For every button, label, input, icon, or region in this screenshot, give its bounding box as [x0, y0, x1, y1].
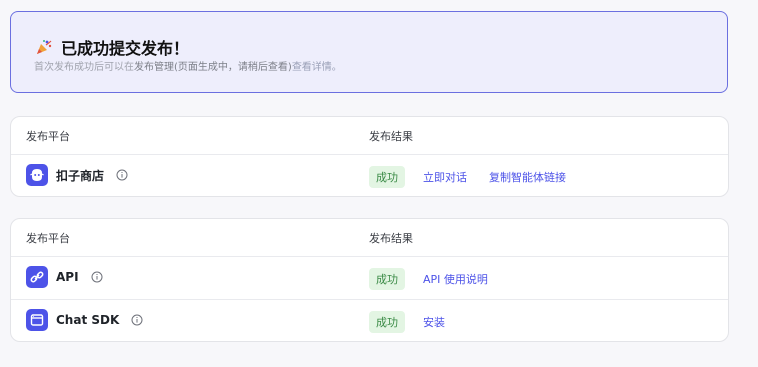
status-badge: 成功 — [369, 311, 405, 333]
result-cell: 成功 安装 — [369, 311, 467, 333]
table-header: 发布平台 发布结果 — [11, 219, 728, 257]
view-details-link[interactable]: 查看详情。 — [292, 62, 342, 73]
header-result: 发布结果 — [369, 130, 413, 143]
chat-sdk-window-icon — [26, 309, 48, 331]
coze-store-icon — [26, 164, 48, 186]
platform-name: Chat SDK — [56, 313, 120, 327]
banner-description: 首次发布成功后可以在发布管理(页面生成中，请稍后查看)查看详情。 — [34, 58, 342, 73]
info-icon[interactable] — [91, 271, 103, 283]
header-platform: 发布平台 — [26, 130, 70, 143]
status-badge: 成功 — [369, 166, 405, 188]
publish-results-card-store: 发布平台 发布结果 扣子商店 成功 立即对话 复制智能体链接 — [10, 116, 729, 197]
table-row: API 成功 API 使用说明 — [11, 256, 728, 300]
table-header: 发布平台 发布结果 — [11, 117, 728, 155]
api-docs-link[interactable]: API 使用说明 — [423, 271, 488, 287]
install-link[interactable]: 安装 — [423, 314, 445, 330]
result-cell: 成功 立即对话 复制智能体链接 — [369, 166, 588, 188]
banner-title-row: 已成功提交发布！ — [35, 35, 189, 59]
status-badge: 成功 — [369, 268, 405, 290]
publish-results-card-api: 发布平台 发布结果 API 成功 API 使用说明 Chat SDK 成功 安装 — [10, 218, 729, 342]
start-chat-link[interactable]: 立即对话 — [423, 169, 467, 185]
platform-cell: Chat SDK — [26, 309, 143, 331]
success-banner: 已成功提交发布！ 首次发布成功后可以在发布管理(页面生成中，请稍后查看)查看详情… — [10, 11, 728, 93]
info-icon[interactable] — [116, 169, 128, 181]
banner-desc-prefix: 首次发布成功后可以在 — [34, 62, 134, 73]
platform-cell: 扣子商店 — [26, 164, 128, 186]
api-link-icon — [26, 266, 48, 288]
result-cell: 成功 API 使用说明 — [369, 268, 510, 290]
info-icon[interactable] — [131, 314, 143, 326]
platform-name: API — [56, 270, 79, 284]
header-result: 发布结果 — [369, 232, 413, 245]
copy-agent-link-link[interactable]: 复制智能体链接 — [489, 169, 566, 185]
platform-name: 扣子商店 — [56, 168, 105, 183]
party-popper-icon — [37, 40, 52, 54]
table-row: 扣子商店 成功 立即对话 复制智能体链接 — [11, 154, 728, 197]
platform-cell: API — [26, 266, 103, 288]
banner-title: 已成功提交发布！ — [61, 39, 190, 58]
table-row: Chat SDK 成功 安装 — [11, 299, 728, 342]
banner-desc-middle: 发布管理(页面生成中，请稍后查看) — [134, 62, 292, 73]
header-platform: 发布平台 — [26, 232, 70, 245]
